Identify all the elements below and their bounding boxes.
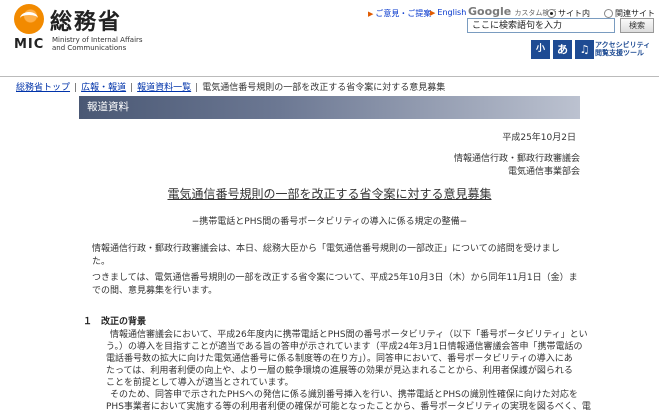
arrow-icon: ▶ [368,10,374,18]
breadcrumb-separator: | [130,83,134,93]
accessibility-label-2: 閲覧支援ツール [595,49,644,57]
font-size-large-icon[interactable]: あ [553,40,572,59]
brand-english-line2: and Communications [52,44,127,52]
google-custom-search-label: Google カスタム検索 [468,5,556,18]
breadcrumb-separator: | [74,83,78,93]
section-1-line: たっては、利用者利便の向上や、より一層の競争環境の進展等の効果が見込まれることか… [106,366,573,376]
radio-checked-icon[interactable] [547,9,556,18]
font-size-large-label: あ [557,43,568,56]
search-button[interactable]: 検索 [620,18,654,33]
mic-logo-icon[interactable] [14,4,44,34]
section-1-line: う。）の導入を目指すことが適当である旨の答申が示されています（平成24年3月1日… [106,342,583,352]
link-english[interactable]: ▶ English [430,8,466,17]
issuer-committee: 電気通信事業部会 [507,167,580,177]
link-english-label: English [437,8,467,17]
google-label: Google [468,5,512,18]
accessibility-label-1: アクセシビリティ [595,41,651,49]
link-feedback[interactable]: ▶ ご意見・ご提案 [368,8,431,19]
audio-speaker-icon[interactable]: ♫ [575,40,594,59]
release-date: 平成25年10月2日 [502,133,576,143]
link-feedback-label: ご意見・ご提案 [375,9,432,18]
brand-mic: MIC [14,37,45,52]
breadcrumb-home[interactable]: 総務省トップ [16,83,70,93]
search-input[interactable]: ここに検索語句を入力 [467,18,615,33]
font-size-small-label: 小 [535,44,545,54]
breadcrumb-press-list[interactable]: 報道資料一覧 [137,83,191,93]
page-title: 電気通信番号規則の一部を改正する省令案に対する意見募集 [0,185,659,202]
issuer-council: 情報通信行政・郵政行政審議会 [453,154,580,164]
arrow-icon: ▶ [430,9,436,17]
section-1-line: そのため、同答申で示されたPHSへの発信に係る識別番号挿入を行い、携帯電話とPH… [110,390,578,400]
paragraph-2-line-1: つきましては、電気通信番号規則の一部を改正する省令案について、平成25年10月3… [92,273,578,283]
breadcrumb-current: 電気通信番号規則の一部を改正する省令案に対する意見募集 [202,83,446,93]
radio-unchecked-icon[interactable] [604,9,613,18]
breadcrumb-separator: | [195,83,199,93]
brand-name[interactable]: 総務省 [50,4,122,36]
section-1-line: PHS事業者において実施する等の利用者利便の確保が可能となったことから、番号ポー… [106,402,591,412]
paragraph-1-line-1: 情報通信行政・郵政行政審議会は、本日、総務大臣から「電気通信番号規則の一部改正」… [92,244,560,254]
section-1-line: 電話番号数の拡大に向けた電気通信番号に係る制度等の在り方」）。同答申において、番… [106,354,573,364]
brand-english-line1: Ministry of Internal Affairs [52,36,143,44]
breadcrumb: 総務省トップ | 広報・報道 | 報道資料一覧 | 電気通信番号規則の一部を改正する省令案に… [16,80,445,93]
paragraph-1-line-2: た。 [92,257,111,267]
brand-english: Ministry of Internal Affairs and Communi… [52,36,192,52]
page-subtitle: −携帯電話とPHS間の番号ポータビリティの導入に係る規定の整備− [191,217,468,227]
section-1-heading: １ 改正の背景 [83,317,147,327]
breadcrumb-pr[interactable]: 広報・報道 [81,83,126,93]
font-size-small-icon[interactable]: 小 [531,40,550,59]
section-1-line: ことを前提として導入が適当とされています。 [106,378,294,388]
accessibility-tool-link[interactable]: アクセシビリティ 閲覧支援ツール [595,41,650,57]
section-header: 報道資料 [79,96,580,119]
page-title-text: 電気通信番号規則の一部を改正する省令案に対する意見募集 [167,187,492,201]
section-1-line: 情報通信審議会において、平成26年度内に携帯電話とPHS間の番号ポータビリティ（… [110,330,588,340]
paragraph-2-line-2: での間、意見募集を行います。 [92,286,218,296]
